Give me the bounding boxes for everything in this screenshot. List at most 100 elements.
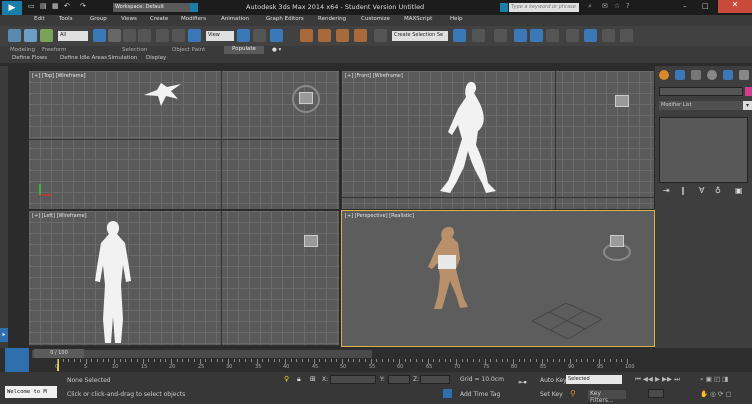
subtab-define-idle-areas[interactable]: Define Idle Areas: [60, 55, 107, 61]
isolate-selection-icon[interactable]: ♀: [284, 375, 289, 383]
pivot-center-icon[interactable]: [237, 29, 250, 42]
percent-snap-icon[interactable]: [336, 29, 349, 42]
subtab-simulation[interactable]: Simulation: [108, 55, 137, 61]
link-icon[interactable]: [8, 29, 21, 42]
modifier-list-dropdown[interactable]: Modifier List: [659, 101, 743, 110]
timeline-ruler[interactable]: 0 5 10 15 20 25 30 35 40 45 50 55 60 65 70 75 80 85 90 95 10…: [55, 359, 635, 372]
modifier-stack[interactable]: [659, 117, 748, 183]
menu-views[interactable]: Views: [121, 16, 137, 22]
named-selection-dropdown[interactable]: Create Selection Se: [392, 31, 448, 41]
spinner-snap-icon[interactable]: [354, 29, 367, 42]
viewport-nav-zoom-icons[interactable]: ⌕ ▣ ◰ ◨: [700, 375, 728, 384]
character-front-view[interactable]: [438, 79, 508, 199]
curve-editor-icon[interactable]: [530, 29, 543, 42]
align-icon[interactable]: [472, 29, 485, 42]
viewport-label[interactable]: [+] [Left] [Wireframe]: [32, 213, 87, 219]
auto-key-button[interactable]: Auto Key: [540, 377, 567, 384]
set-keys-icon[interactable]: ⚲: [570, 389, 576, 398]
search-input[interactable]: Type a keyword or phrase: [509, 3, 579, 12]
render-setup-icon[interactable]: [584, 29, 597, 42]
key-filters-button[interactable]: Key Filters...: [588, 390, 626, 404]
render-production-icon[interactable]: [620, 29, 633, 42]
chevron-down-icon[interactable]: ▾: [743, 101, 752, 110]
character-top-view[interactable]: [141, 77, 185, 109]
x-coordinate-field[interactable]: [330, 375, 376, 384]
close-icon[interactable]: ✕: [718, 0, 752, 13]
hierarchy-tab-icon[interactable]: [691, 70, 701, 80]
help-icon[interactable]: ?: [626, 2, 630, 12]
configure-modifier-sets-icon[interactable]: ▣: [735, 186, 743, 195]
rendered-frame-icon[interactable]: [602, 29, 615, 42]
maxscript-listener[interactable]: Welcome to M: [5, 386, 57, 398]
select-by-name-icon[interactable]: [108, 29, 121, 42]
new-icon[interactable]: ▭: [28, 2, 35, 12]
character-left-view[interactable]: [91, 219, 135, 347]
create-tab-icon[interactable]: [659, 70, 669, 80]
show-end-result-icon[interactable]: ∥: [681, 186, 685, 195]
viewport-nav-orbit-icons[interactable]: ✋ ◎ ⟳ ▢: [700, 390, 732, 398]
viewcube[interactable]: [304, 235, 318, 247]
key-icon[interactable]: ⊶: [518, 378, 527, 388]
make-unique-icon[interactable]: ∀: [699, 186, 704, 195]
tab-object-paint[interactable]: Object Paint: [172, 47, 205, 53]
selection-filter-dropdown[interactable]: All: [58, 31, 88, 41]
search-arrow-icon[interactable]: [500, 3, 508, 12]
material-editor-icon[interactable]: [566, 29, 579, 42]
scale-icon[interactable]: [188, 29, 201, 42]
workspace-chevron-icon[interactable]: [190, 3, 198, 12]
menu-help[interactable]: Help: [450, 16, 463, 22]
absolute-mode-icon[interactable]: ⊞: [310, 375, 316, 383]
schematic-view-icon[interactable]: [546, 29, 559, 42]
select-manipulate-icon[interactable]: [253, 29, 266, 42]
motion-tab-icon[interactable]: [707, 70, 717, 80]
undo-icon[interactable]: ↶: [64, 2, 70, 12]
tab-populate[interactable]: Populate: [224, 46, 264, 54]
snaps-toggle-icon[interactable]: [300, 29, 313, 42]
viewcube[interactable]: [615, 95, 629, 107]
menu-modifiers[interactable]: Modifiers: [181, 16, 206, 22]
y-coordinate-field[interactable]: [388, 375, 410, 384]
minimize-icon[interactable]: –: [683, 2, 687, 12]
modify-tab-icon[interactable]: [675, 70, 685, 80]
tab-selection[interactable]: Selection: [122, 47, 147, 53]
utilities-tab-icon[interactable]: [739, 70, 749, 80]
menu-create[interactable]: Create: [150, 16, 168, 22]
menu-tools[interactable]: Tools: [59, 16, 73, 22]
playback-controls[interactable]: ⏮ ◀◀ ▶ ▶▶ ⏭: [635, 375, 680, 384]
move-icon[interactable]: [156, 29, 169, 42]
tab-modeling[interactable]: Modeling: [10, 47, 35, 53]
menu-group[interactable]: Group: [90, 16, 107, 22]
menu-animation[interactable]: Animation: [221, 16, 249, 22]
edit-named-selection-icon[interactable]: [374, 29, 387, 42]
viewport-perspective[interactable]: [+] [Perspective] [Realistic]: [341, 210, 655, 347]
redo-icon[interactable]: ↷: [80, 2, 86, 12]
remove-modifier-icon[interactable]: ♁: [715, 186, 721, 195]
reference-coordinate-dropdown[interactable]: View: [206, 31, 234, 41]
menu-rendering[interactable]: Rendering: [318, 16, 346, 22]
viewport-front[interactable]: [+] [Front] [Wireframe]: [341, 70, 655, 210]
viewport-label[interactable]: [+] [Front] [Wireframe]: [345, 73, 403, 79]
character-perspective-view[interactable]: [426, 225, 476, 315]
mirror-icon[interactable]: [453, 29, 466, 42]
viewport-label[interactable]: [+] [Perspective] [Realistic]: [345, 213, 414, 219]
expand-arrow-icon[interactable]: ▸: [0, 328, 8, 342]
communication-icon[interactable]: ✉: [602, 2, 608, 12]
time-slider[interactable]: 0 / 100: [34, 349, 84, 358]
rotate-icon[interactable]: [172, 29, 185, 42]
object-name-field[interactable]: [659, 87, 743, 96]
add-time-tag[interactable]: Add Time Tag: [460, 391, 500, 398]
subtab-display[interactable]: Display: [146, 55, 166, 61]
workspace-dropdown[interactable]: Workspace: Default: [113, 3, 190, 12]
viewcube[interactable]: [299, 92, 313, 104]
save-icon[interactable]: ▦: [52, 2, 59, 12]
selection-lock-icon[interactable]: 🔒︎: [297, 375, 301, 384]
viewcube[interactable]: [610, 235, 624, 247]
mini-curve-editor-icon[interactable]: [5, 348, 29, 372]
set-key-button[interactable]: Set Key: [540, 391, 563, 398]
open-icon[interactable]: ▤: [40, 2, 47, 12]
key-mode-dropdown[interactable]: Selected: [566, 375, 622, 384]
viewport-left[interactable]: [+] [Left] [Wireframe]: [28, 210, 340, 347]
viewport-label[interactable]: [+] [Top] [Wireframe]: [32, 73, 86, 79]
angle-snap-icon[interactable]: [318, 29, 331, 42]
display-tab-icon[interactable]: [723, 70, 733, 80]
